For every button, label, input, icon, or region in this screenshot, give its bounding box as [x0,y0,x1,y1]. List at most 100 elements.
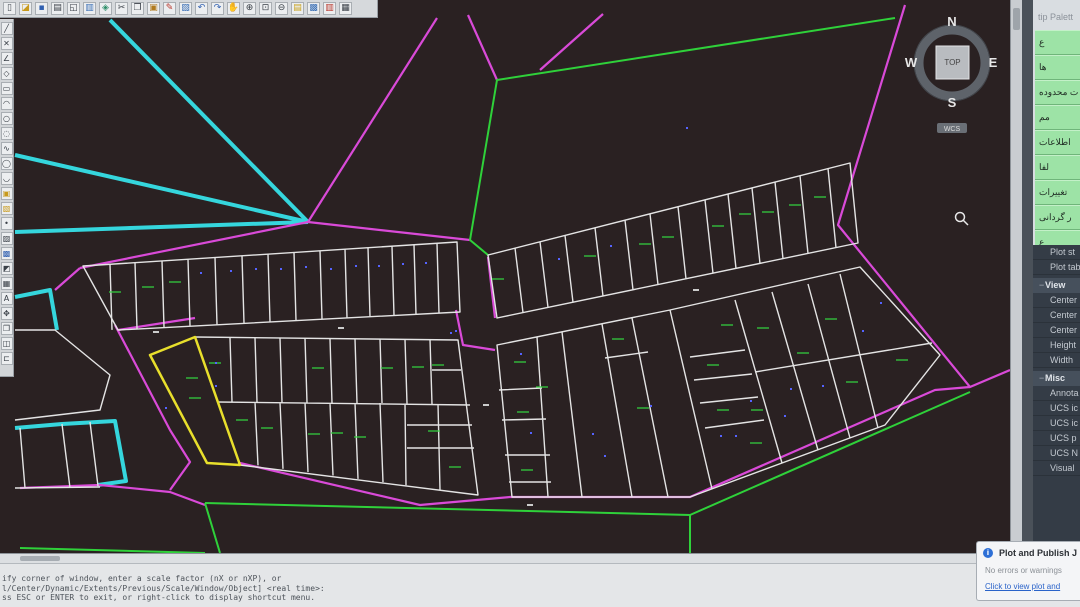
palette-tool-button[interactable]: اطلاعات [1035,130,1080,155]
ellipse-icon[interactable]: ◯ [0,157,13,170]
revision-cloud-icon[interactable]: ◌ [0,127,13,140]
save-icon[interactable]: ▪ [35,2,48,15]
multiline-text-icon[interactable]: A [0,292,13,305]
compass-west[interactable]: W [905,55,918,70]
upper-right-row-dividers[interactable] [514,168,837,313]
magenta-road-line[interactable] [539,13,604,71]
magenta-road-line[interactable] [239,385,971,507]
arc-icon[interactable]: ◠ [0,97,13,110]
circle-icon[interactable]: ○ [0,112,13,125]
palette-tool-button[interactable]: تغییرات [1035,180,1080,205]
selected-parcel[interactable] [148,335,242,467]
line-icon[interactable]: ╱ [0,22,13,35]
match-properties-icon[interactable]: ✎ [163,2,176,15]
upper-left-row-dividers[interactable] [109,243,440,330]
property-row-ucs-per-viewport[interactable]: UCS p [1033,431,1080,446]
property-row-height[interactable]: Height [1033,338,1080,353]
gradient-icon[interactable]: ▩ [0,247,13,260]
design-center-icon[interactable]: ▩ [307,2,320,15]
drawing-canvas[interactable]: TOP N S E W WCS [0,0,1010,553]
horizontal-scrollbar[interactable] [0,553,1022,563]
block-editor-icon[interactable]: ▧ [179,2,192,15]
cyan-boundary-line[interactable] [14,288,59,331]
palette-tool-button[interactable]: لفا [1035,155,1080,180]
offset-icon[interactable]: ⊏ [0,352,13,365]
quickcalc-icon[interactable]: ▦ [339,2,352,15]
polygon-icon[interactable]: ◇ [0,67,13,80]
horizontal-scroll-thumb[interactable] [20,556,60,561]
cyan-boundary-line[interactable] [108,18,310,224]
palette-tool-button[interactable]: ت محدوده [1035,80,1080,105]
palette-tool-button[interactable]: ر گردانی [1035,205,1080,230]
green-zone-line[interactable] [469,17,896,256]
pan-icon[interactable]: ✋ [227,2,240,15]
region-icon[interactable]: ◩ [0,262,13,275]
lower-right-block-dividers[interactable] [498,273,933,498]
view-plot-details-link[interactable]: Click to view plot and [985,582,1060,591]
new-icon[interactable]: ▯ [3,2,16,15]
3d-dwf-icon[interactable]: ◈ [99,2,112,15]
property-row-ucs-name[interactable]: UCS N [1033,446,1080,461]
upper-right-row-outline[interactable] [487,162,859,319]
property-row-width[interactable]: Width [1033,353,1080,368]
lower-left-block-outline[interactable] [194,336,479,496]
insert-block-icon[interactable]: ▣ [0,187,13,200]
left-parcel-outline[interactable] [14,329,111,421]
plot-publish-notification[interactable]: i Plot and Publish J No errors or warnin… [976,541,1080,601]
viewcube[interactable]: TOP N S E W WCS [905,14,998,133]
make-block-icon[interactable]: ▧ [0,202,13,215]
spline-icon[interactable]: ∿ [0,142,13,155]
compass-north[interactable]: N [947,14,956,29]
drawing-viewport[interactable]: TOP N S E W WCS [0,0,1010,553]
property-section-misc[interactable]: −Misc [1033,371,1080,386]
rectangle-icon[interactable]: ▭ [0,82,13,95]
open-icon[interactable]: ◪ [19,2,32,15]
plot-preview-icon[interactable]: ◱ [67,2,80,15]
parcel-layer[interactable] [14,162,941,506]
table-icon[interactable]: ▦ [0,277,13,290]
green-zone-line[interactable] [204,502,221,553]
magenta-road-line[interactable] [54,267,81,291]
property-row-annotation-scale[interactable]: Annota [1033,386,1080,401]
cyan-boundary-line[interactable] [14,153,309,224]
compass-east[interactable]: E [989,55,998,70]
palette-tool-button[interactable]: مم [1035,105,1080,130]
cut-icon[interactable]: ✂ [115,2,128,15]
zoom-previous-icon[interactable]: ⊖ [275,2,288,15]
property-row-center-x[interactable]: Center [1033,293,1080,308]
magenta-road-line[interactable] [454,256,497,352]
copy-object-icon[interactable]: ❐ [0,322,13,335]
magenta-road-line[interactable] [466,14,499,81]
palette-tool-button[interactable]: ها [1035,55,1080,80]
cyan-boundary-line[interactable] [14,419,128,487]
copy-icon[interactable]: ❐ [131,2,144,15]
zoom-realtime-icon[interactable]: ⊕ [243,2,256,15]
redo-icon[interactable]: ↷ [211,2,224,15]
command-line[interactable]: ify corner of window, enter a scale fact… [0,563,1080,607]
property-row-visual-style[interactable]: Visual [1033,461,1080,476]
property-section-view[interactable]: −View [1033,278,1080,293]
mirror-icon[interactable]: ◫ [0,337,13,350]
compass-south[interactable]: S [948,95,957,110]
move-icon[interactable]: ✥ [0,307,13,320]
point-icon[interactable]: • [0,217,13,230]
construction-line-icon[interactable]: ✕ [0,37,13,50]
tool-palettes-icon[interactable]: ▥ [323,2,336,15]
vertical-scrollbar[interactable] [1010,0,1022,553]
ellipse-arc-icon[interactable]: ◡ [0,172,13,185]
property-row-plot-style[interactable]: Plot st [1033,245,1080,260]
plot-icon[interactable]: ▤ [51,2,64,15]
paste-icon[interactable]: ▣ [147,2,160,15]
property-row-center-z[interactable]: Center [1033,323,1080,338]
property-row-ucs-icon-on[interactable]: UCS ic [1033,401,1080,416]
magenta-road-line[interactable] [307,17,438,223]
palette-tool-button[interactable]: ع [1035,30,1080,55]
vertical-scroll-thumb[interactable] [1013,8,1020,30]
undo-icon[interactable]: ↶ [195,2,208,15]
zoom-window-icon[interactable]: ⊡ [259,2,272,15]
property-row-plot-table[interactable]: Plot tab [1033,260,1080,275]
properties-icon[interactable]: ▤ [291,2,304,15]
left-lower-parcels[interactable] [14,421,101,489]
palette-title-bar[interactable] [1022,0,1033,553]
polyline-icon[interactable]: ∠ [0,52,13,65]
